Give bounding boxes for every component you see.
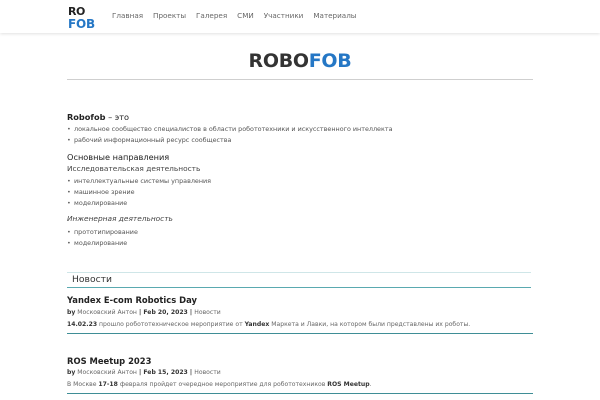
robofob-logo[interactable]: R O F O B xyxy=(68,4,100,29)
nav-home[interactable]: Главная xyxy=(112,11,143,21)
svg-text:O: O xyxy=(76,17,86,29)
post-divider xyxy=(67,393,533,394)
nav-gallery[interactable]: Галерея xyxy=(196,11,227,21)
excerpt-text: В Москве xyxy=(67,381,99,388)
nav-materials[interactable]: Материалы xyxy=(313,11,356,21)
excerpt-text: февраля пройдет очередное мероприятие дл… xyxy=(117,381,328,388)
about-heading: Robofob – это xyxy=(67,112,129,122)
main-nav: Главная Проекты Галерея СМИ Участники Ма… xyxy=(112,11,366,21)
post-title-link[interactable]: ROS Meetup 2023 xyxy=(67,356,151,366)
post-author-link[interactable]: Московский Антон xyxy=(77,369,137,376)
page-title: ROBOFOB xyxy=(0,50,600,72)
excerpt-bold: Yandex xyxy=(244,321,270,328)
about-heading-rest: – это xyxy=(105,112,130,122)
nav-members[interactable]: Участники xyxy=(264,11,304,21)
news-heading: Новости xyxy=(72,274,112,285)
engineering-list: прототипирование моделирование xyxy=(67,227,138,249)
engineering-heading: Инженерная деятельность xyxy=(67,214,173,223)
post-author-link[interactable]: Московский Антон xyxy=(77,309,137,316)
post-date: Feb 15, 2023 xyxy=(143,369,188,376)
excerpt-text: Маркета и Лавки, на котором были предста… xyxy=(269,321,471,328)
svg-text:B: B xyxy=(86,17,95,29)
post-date: Feb 20, 2023 xyxy=(143,309,188,316)
list-item: моделирование xyxy=(67,198,211,209)
title-divider xyxy=(67,79,533,80)
nav-media[interactable]: СМИ xyxy=(237,11,254,21)
excerpt-text: прошло робототехническое мероприятие от xyxy=(97,321,245,328)
post-divider xyxy=(67,333,533,334)
site-header: R O F O B Главная Проекты Галерея СМИ Уч… xyxy=(0,0,600,33)
post-by: by xyxy=(67,309,76,316)
title-part-robo: ROBO xyxy=(248,50,310,72)
directions-heading: Основные направления xyxy=(67,152,170,162)
post-excerpt: 14.02.23 прошло робототехническое меропр… xyxy=(67,321,470,328)
post-meta: by Московский Антон | Feb 15, 2023 | Нов… xyxy=(67,369,221,376)
research-heading: Исследовательская деятельность xyxy=(67,164,201,173)
about-list: локальное сообщество специалистов в обла… xyxy=(67,124,393,146)
post-category-link[interactable]: Новости xyxy=(194,369,221,376)
excerpt-bold: 17-18 xyxy=(98,381,118,388)
excerpt-text: . xyxy=(369,381,372,388)
excerpt-bold: ROS Meetup xyxy=(327,381,370,388)
news-section-header: Новости xyxy=(67,272,531,288)
title-part-fob: FOB xyxy=(308,50,352,72)
list-item: рабочий информационный ресурс сообщества xyxy=(67,135,393,146)
post-meta: by Московский Антон | Feb 20, 2023 | Нов… xyxy=(67,309,221,316)
nav-projects[interactable]: Проекты xyxy=(153,11,186,21)
post-by: by xyxy=(67,369,76,376)
list-item: моделирование xyxy=(67,238,138,249)
about-heading-brand: Robofob xyxy=(67,112,106,122)
post-category-link[interactable]: Новости xyxy=(194,309,221,316)
list-item: прототипирование xyxy=(67,227,138,238)
excerpt-date: 14.02.23 xyxy=(67,321,98,328)
list-item: машинное зрение xyxy=(67,187,211,198)
list-item: локальное сообщество специалистов в обла… xyxy=(67,124,393,135)
list-item: интеллектуальные системы управления xyxy=(67,176,211,187)
post-title-link[interactable]: Yandex E-com Robotics Day xyxy=(67,295,197,305)
research-list: интеллектуальные системы управления маши… xyxy=(67,176,211,209)
svg-text:F: F xyxy=(68,17,76,29)
post-excerpt: В Москве 17-18 февраля пройдет очередное… xyxy=(67,381,372,388)
